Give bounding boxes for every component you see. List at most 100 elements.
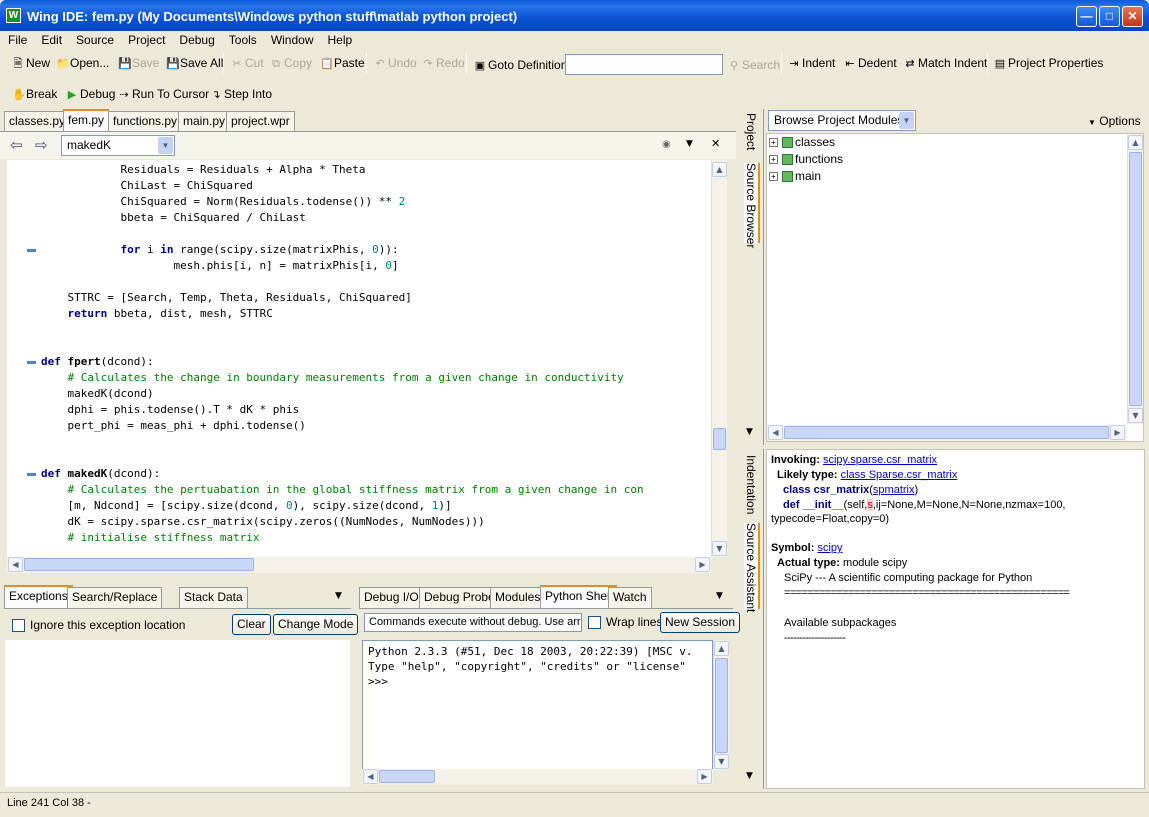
tab-modules[interactable]: Modules xyxy=(490,587,546,608)
shell-vscrollbar[interactable]: ▲ ▼ xyxy=(713,640,729,770)
expand-icon[interactable]: + xyxy=(769,155,778,165)
hscroll-thumb[interactable] xyxy=(24,558,254,571)
scroll-thumb[interactable] xyxy=(1129,152,1142,406)
panel-menu-icon[interactable]: ▼ xyxy=(716,591,723,601)
scroll-up-icon[interactable]: ▲ xyxy=(1128,135,1143,150)
save-button[interactable]: 💾Save xyxy=(116,52,159,74)
panel-menu-icon[interactable]: ▼ xyxy=(746,427,753,437)
code-line[interactable]: [m, Ndcond] = [scipy.size(dcond, 0), sci… xyxy=(41,498,451,514)
menu-window[interactable]: Window xyxy=(263,31,320,47)
clear-button[interactable]: Clear xyxy=(232,614,271,635)
tree-hscrollbar[interactable]: ◀ ▶ xyxy=(767,425,1127,441)
new-button[interactable]: 🗎 New xyxy=(10,52,50,74)
menu-edit[interactable]: Edit xyxy=(33,31,68,47)
code-line[interactable]: mesh.phis[i, n] = matrixPhis[i, 0] xyxy=(41,258,398,274)
tree-item-main[interactable]: + main xyxy=(769,169,821,183)
undo-button[interactable]: ↶ Undo xyxy=(372,52,416,74)
search-button[interactable]: ⚲ Search xyxy=(726,54,780,76)
menu-dropdown-icon[interactable]: ▼ xyxy=(686,139,693,149)
goto-definition-button[interactable]: ▣ Goto Definition xyxy=(472,54,568,76)
base-class-link[interactable]: spmatrix xyxy=(873,484,915,496)
code-line[interactable]: makedK(dcond) xyxy=(41,386,153,402)
exceptions-list[interactable] xyxy=(5,640,350,787)
fold-marker-icon[interactable] xyxy=(27,473,36,476)
scroll-left-icon[interactable]: ◀ xyxy=(363,769,378,784)
code-line[interactable]: # Calculates the pertuabation in the glo… xyxy=(41,482,644,498)
open-button[interactable]: 📁Open... xyxy=(54,52,109,74)
menu-help[interactable]: Help xyxy=(320,31,359,47)
code-editor[interactable]: Residuals = Residuals + Alpha * Theta Ch… xyxy=(7,160,711,557)
menu-tools[interactable]: Tools xyxy=(221,31,263,47)
new-session-button[interactable]: New Session xyxy=(660,612,741,633)
symbol-link[interactable]: scipy xyxy=(817,542,842,554)
panel-menu-icon[interactable]: ▼ xyxy=(335,591,342,601)
fold-marker-icon[interactable] xyxy=(27,361,36,364)
scroll-right-icon[interactable]: ▶ xyxy=(697,769,712,784)
project-properties-button[interactable]: ▤ Project Properties xyxy=(992,52,1104,74)
ignore-exception-checkbox[interactable] xyxy=(12,619,25,632)
chevron-down-icon[interactable]: ▼ xyxy=(158,137,173,154)
redo-button[interactable]: ↷ Redo xyxy=(420,52,464,74)
tab-python-shell[interactable]: Python Shell xyxy=(540,585,618,608)
scroll-thumb[interactable] xyxy=(713,428,726,450)
code-line[interactable]: bbeta = ChiSquared / ChiLast xyxy=(41,210,305,226)
scroll-left-icon[interactable]: ◀ xyxy=(8,557,23,572)
scroll-down-icon[interactable]: ▼ xyxy=(1128,408,1143,423)
scroll-thumb[interactable] xyxy=(715,658,728,753)
code-line[interactable]: ChiSquared = Norm(Residuals.todense()) *… xyxy=(41,194,405,210)
indent-button[interactable]: ⇥ Indent xyxy=(786,52,835,74)
run-to-cursor-button[interactable]: ⇢ Run To Cursor xyxy=(116,83,209,105)
vtab-indentation[interactable]: Indentation xyxy=(744,455,758,514)
close-editor-icon[interactable]: ✕ xyxy=(711,137,720,150)
shell-hscrollbar[interactable]: ◀ ▶ xyxy=(362,769,713,785)
scroll-down-icon[interactable]: ▼ xyxy=(712,541,727,556)
back-arrow-icon[interactable]: ⇦ xyxy=(10,136,23,154)
menu-project[interactable]: Project xyxy=(120,31,171,47)
panel-menu-icon[interactable]: ▼ xyxy=(746,771,753,781)
scroll-right-icon[interactable]: ▶ xyxy=(695,557,710,572)
menu-source[interactable]: Source xyxy=(68,31,120,47)
scroll-up-icon[interactable]: ▲ xyxy=(714,641,729,656)
scroll-right-icon[interactable]: ▶ xyxy=(1110,425,1125,440)
minimize-button[interactable]: — xyxy=(1076,6,1097,27)
vtab-source-browser[interactable]: Source Browser xyxy=(744,163,760,248)
expand-icon[interactable]: + xyxy=(769,172,778,182)
copy-button[interactable]: ⧉ Copy xyxy=(268,52,312,74)
debug-button[interactable]: ▶ Debug xyxy=(64,83,116,105)
tab-debug-io[interactable]: Debug I/O xyxy=(359,587,424,608)
title-bar[interactable]: W Wing IDE: fem.py (My Documents\Windows… xyxy=(0,0,1149,31)
editor-hscrollbar[interactable]: ◀ ▶ xyxy=(7,557,711,573)
code-line[interactable]: def fpert(dcond): xyxy=(41,354,154,370)
tab-main-py[interactable]: main.py xyxy=(178,111,231,132)
shell-mode-select[interactable]: Commands execute without debug. Use arro xyxy=(364,613,582,632)
forward-arrow-icon[interactable]: ⇨ xyxy=(35,136,48,154)
tab-exceptions[interactable]: Exceptions xyxy=(4,585,73,608)
step-into-button[interactable]: ↴ Step Into xyxy=(208,83,272,105)
tree-item-functions[interactable]: + functions xyxy=(769,152,843,166)
likely-type-link[interactable]: class Sparse.csr_matrix xyxy=(841,469,958,481)
code-line[interactable]: dphi = phis.todense().T * dK * phis xyxy=(41,402,299,418)
vtab-project[interactable]: Project xyxy=(744,113,758,150)
hscroll-thumb[interactable] xyxy=(784,426,1109,439)
editor-vscrollbar[interactable]: ▲ ▼ xyxy=(711,160,727,557)
code-line[interactable]: ChiLast = ChiSquared xyxy=(41,178,252,194)
invoking-link[interactable]: scipy.sparse.csr_matrix xyxy=(823,454,937,466)
options-button[interactable]: ▼ Options xyxy=(1088,114,1141,128)
code-line[interactable]: pert_phi = meas_phi + dphi.todense() xyxy=(41,418,305,434)
paste-button[interactable]: 📋Paste xyxy=(318,52,365,74)
tab-fem-py[interactable]: fem.py xyxy=(63,109,110,132)
tree-item-classes[interactable]: + classes xyxy=(769,135,835,149)
vtab-source-assistant[interactable]: Source Assistant xyxy=(744,523,760,612)
tab-classes-py[interactable]: classes.py xyxy=(4,111,71,132)
module-tree[interactable]: + classes + functions + main ▲ ▼ ◀ ▶ xyxy=(766,133,1144,442)
change-mode-button[interactable]: Change Mode xyxy=(273,614,359,635)
maximize-button[interactable]: □ xyxy=(1099,6,1120,27)
save-all-button[interactable]: 💾Save All xyxy=(164,52,223,74)
code-line[interactable]: for i in range(scipy.size(matrixPhis, 0)… xyxy=(41,242,398,258)
code-line[interactable]: STTRC = [Search, Temp, Theta, Residuals,… xyxy=(41,290,411,306)
chevron-down-icon[interactable]: ▼ xyxy=(899,112,914,129)
scroll-up-icon[interactable]: ▲ xyxy=(712,162,727,177)
fold-marker-icon[interactable] xyxy=(27,249,36,252)
tab-project-wpr[interactable]: project.wpr xyxy=(226,111,295,132)
scroll-down-icon[interactable]: ▼ xyxy=(714,754,729,769)
